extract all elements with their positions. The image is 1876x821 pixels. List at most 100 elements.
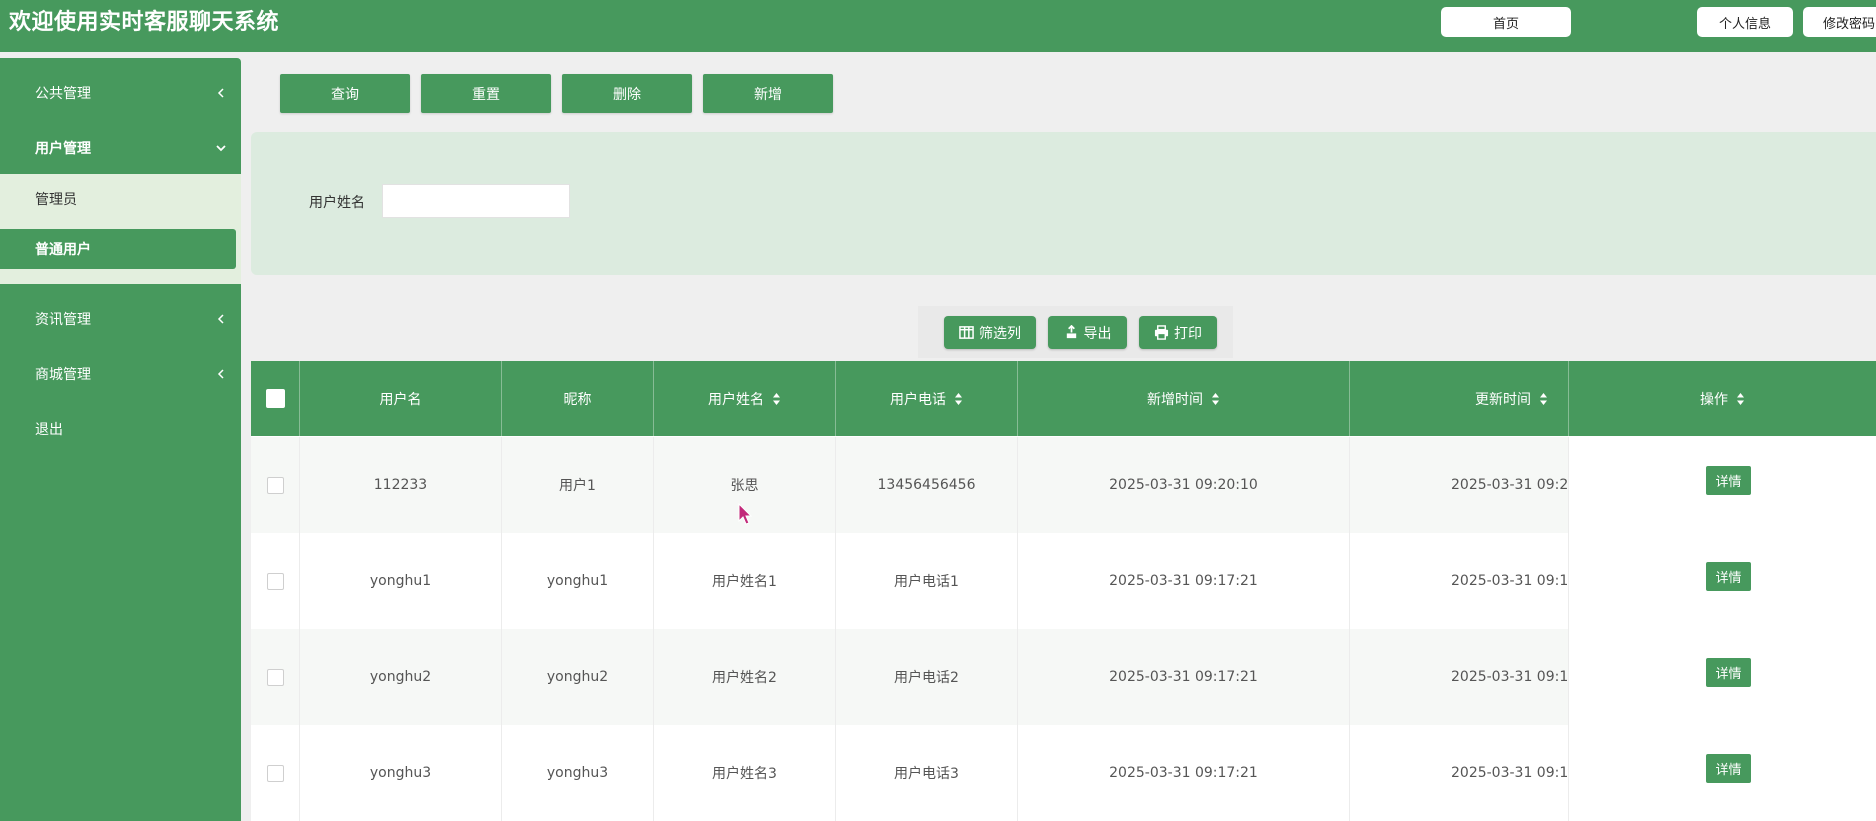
cell-updated: 2025-03-31 09:17:2 (1350, 533, 1569, 629)
delete-button[interactable]: 删除 (562, 74, 692, 113)
col-realname[interactable]: 用户姓名 (654, 361, 836, 436)
col-updated-label: 更新时间 (1475, 391, 1531, 408)
sidebar-item-label: 商城管理 (35, 367, 91, 383)
table-header: 用户名 昵称 用户姓名 用户电话 新增时间 更新时间 操作 (251, 361, 1876, 436)
row-checkbox[interactable] (266, 764, 284, 782)
sort-icon[interactable] (772, 392, 781, 406)
cell-phone: 用户电话1 (836, 533, 1018, 629)
username-search-input[interactable] (382, 184, 570, 218)
cell-created: 2025-03-31 09:17:21 (1018, 629, 1350, 725)
add-button[interactable]: 新增 (703, 74, 833, 113)
select-all-checkbox[interactable] (265, 389, 285, 408)
cell-realname: 用户姓名3 (654, 725, 836, 821)
reset-button[interactable]: 重置 (421, 74, 551, 113)
cell-username: 112233 (300, 437, 502, 533)
col-actions-label: 操作 (1700, 391, 1728, 408)
search-panel: 用户姓名 (251, 132, 1876, 275)
sort-icon[interactable] (1736, 392, 1745, 406)
chevron-down-icon (216, 145, 226, 152)
cell-username: yonghu2 (300, 629, 502, 725)
cell-actions: 详情 (1569, 533, 1876, 629)
cell-nickname: 用户1 (502, 437, 654, 533)
cell-actions: 详情 (1569, 437, 1876, 533)
sort-icon[interactable] (1539, 392, 1548, 406)
col-nickname[interactable]: 昵称 (502, 361, 654, 436)
sidebar-item-label: 资讯管理 (35, 312, 91, 328)
sidebar-item-label: 退出 (35, 422, 63, 438)
cell-updated: 2025-03-31 09:20:1 (1350, 437, 1569, 533)
col-actions[interactable]: 操作 (1569, 361, 1876, 436)
col-created[interactable]: 新增时间 (1018, 361, 1350, 436)
col-phone-label: 用户电话 (890, 391, 946, 408)
cell-username: yonghu1 (300, 533, 502, 629)
sidebar-item-label: 公共管理 (35, 86, 91, 102)
sidebar-item-admin[interactable]: 管理员 (0, 179, 236, 219)
cell-phone: 13456456456 (836, 437, 1018, 533)
col-nickname-label: 昵称 (563, 391, 592, 408)
cell-created: 2025-03-31 09:17:21 (1018, 533, 1350, 629)
col-phone[interactable]: 用户电话 (836, 361, 1018, 436)
print-label: 打印 (1174, 325, 1202, 342)
col-username[interactable]: 用户名 (300, 361, 502, 436)
detail-button[interactable]: 详情 (1706, 754, 1751, 783)
sidebar: 公共管理 用户管理 管理员 普通用户 资讯管理 商城管理 退出 (0, 58, 241, 821)
detail-button[interactable]: 详情 (1706, 562, 1751, 591)
cell-actions: 详情 (1569, 629, 1876, 725)
detail-button[interactable]: 详情 (1706, 466, 1751, 495)
export-label: 导出 (1083, 325, 1112, 342)
print-button[interactable]: 打印 (1139, 316, 1217, 349)
sidebar-item-news[interactable]: 资讯管理 (0, 291, 241, 347)
select-all-cell (251, 361, 300, 436)
username-search-label: 用户姓名 (309, 195, 365, 211)
profile-button[interactable]: 个人信息 (1697, 7, 1793, 37)
detail-button[interactable]: 详情 (1706, 658, 1751, 687)
sidebar-item-logout[interactable]: 退出 (0, 401, 241, 457)
export-icon (1066, 325, 1076, 339)
printer-icon (1154, 325, 1169, 340)
sidebar-item-label: 普通用户 (35, 242, 91, 258)
col-username-label: 用户名 (379, 391, 422, 408)
home-button[interactable]: 首页 (1441, 7, 1571, 37)
query-button[interactable]: 查询 (280, 74, 410, 113)
table-row: yonghu2 yonghu2 用户姓名2 用户电话2 2025-03-31 0… (251, 629, 1876, 725)
cell-created: 2025-03-31 09:17:21 (1018, 725, 1350, 821)
filter-columns-button[interactable]: 筛选列 (944, 316, 1036, 349)
cell-phone: 用户电话3 (836, 725, 1018, 821)
app-title: 欢迎使用实时客服聊天系统 (9, 10, 280, 35)
chevron-left-icon (217, 314, 224, 324)
table-row: yonghu3 yonghu3 用户姓名3 用户电话3 2025-03-31 0… (251, 725, 1876, 821)
sidebar-item-users[interactable]: 用户管理 (0, 120, 241, 176)
cell-nickname: yonghu1 (502, 533, 654, 629)
col-realname-label: 用户姓名 (708, 391, 764, 408)
cell-updated: 2025-03-31 09:17:2 (1350, 725, 1569, 821)
cell-phone: 用户电话2 (836, 629, 1018, 725)
cell-username: yonghu3 (300, 725, 502, 821)
cell-updated: 2025-03-31 09:17:2 (1350, 629, 1569, 725)
mouse-cursor-icon (738, 503, 753, 525)
table-row: 112233 用户1 张思 13456456456 2025-03-31 09:… (251, 437, 1876, 533)
row-checkbox[interactable] (266, 668, 284, 686)
users-table: 用户名 昵称 用户姓名 用户电话 新增时间 更新时间 操作 112233 用户1… (251, 361, 1876, 821)
change-password-button[interactable]: 修改密码 (1803, 7, 1876, 37)
sort-icon[interactable] (1211, 392, 1220, 406)
export-button[interactable]: 导出 (1048, 316, 1127, 349)
sidebar-item-normal-users[interactable]: 普通用户 (0, 229, 236, 269)
cell-nickname: yonghu2 (502, 629, 654, 725)
sidebar-item-label: 管理员 (35, 192, 77, 208)
filter-columns-label: 筛选列 (979, 325, 1021, 342)
sidebar-item-mall[interactable]: 商城管理 (0, 346, 241, 402)
sidebar-item-public[interactable]: 公共管理 (0, 65, 241, 121)
row-checkbox[interactable] (266, 476, 284, 494)
col-updated[interactable]: 更新时间 (1350, 361, 1569, 436)
sidebar-item-label: 用户管理 (35, 141, 91, 157)
cell-realname: 用户姓名1 (654, 533, 836, 629)
row-select-cell (251, 725, 300, 821)
sort-icon[interactable] (954, 392, 963, 406)
row-select-cell (251, 629, 300, 725)
row-checkbox[interactable] (266, 572, 284, 590)
row-select-cell (251, 533, 300, 629)
chevron-left-icon (217, 88, 224, 98)
columns-icon (959, 326, 974, 339)
row-select-cell (251, 437, 300, 533)
cell-nickname: yonghu3 (502, 725, 654, 821)
